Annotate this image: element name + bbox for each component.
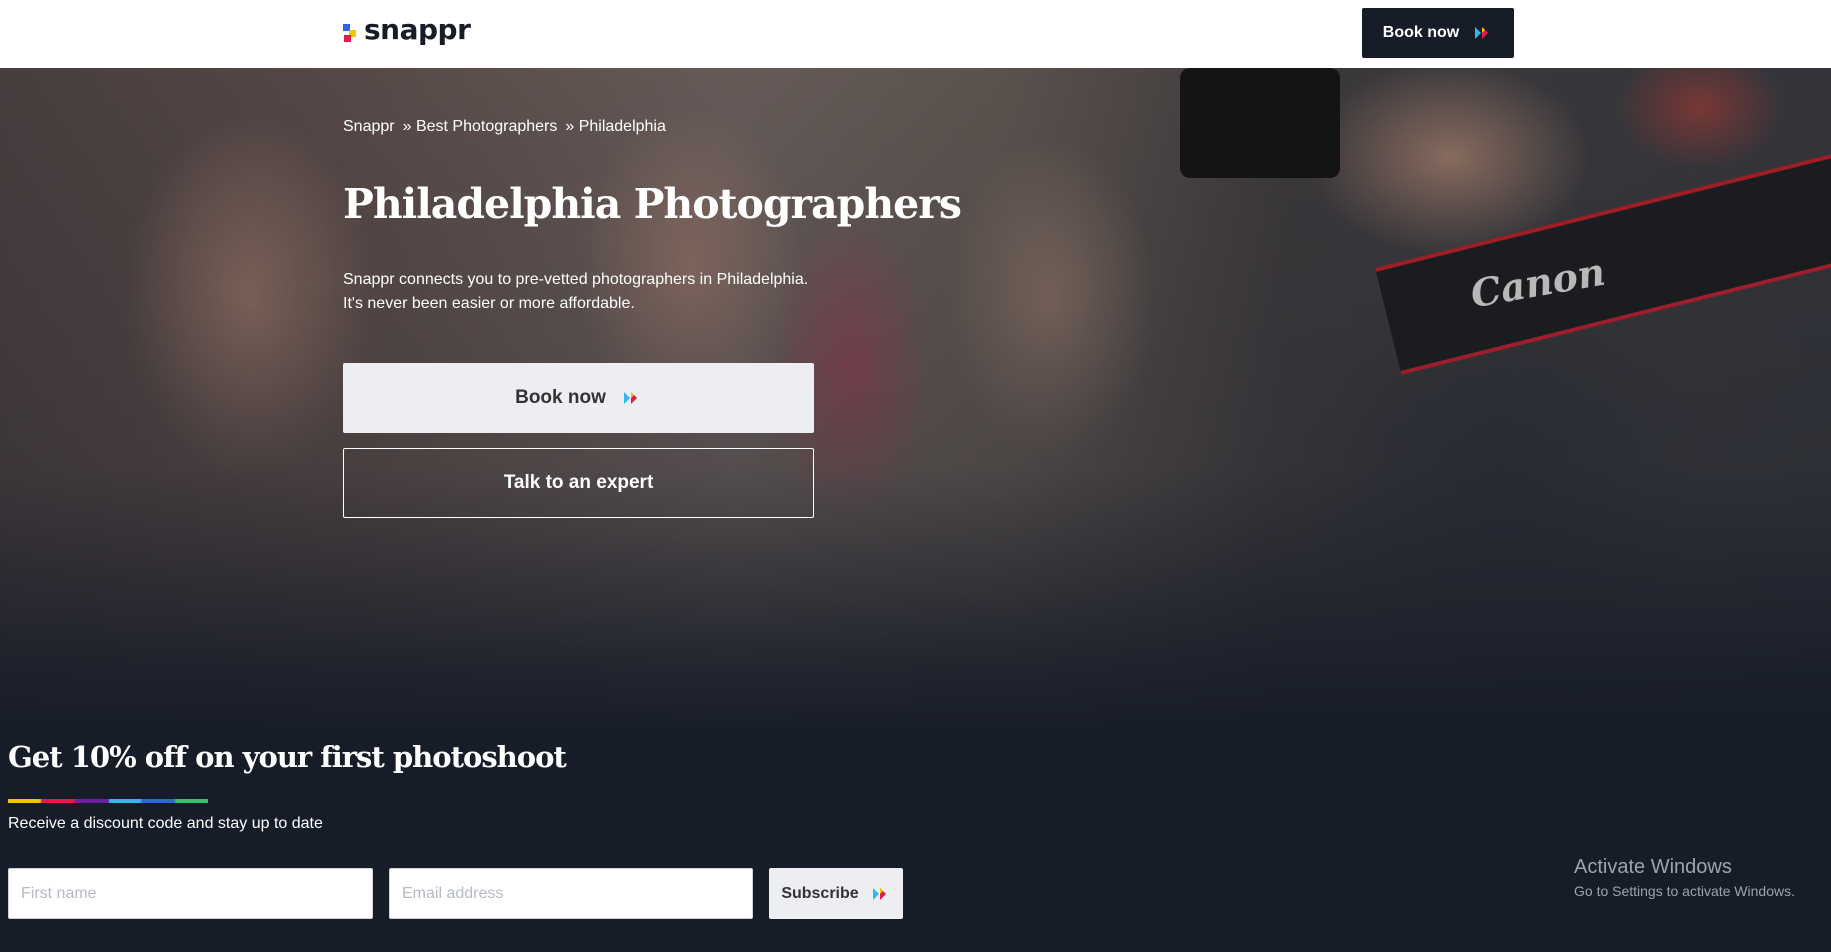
talk-to-expert-label: Talk to an expert	[503, 472, 654, 493]
hero-book-now-button[interactable]: Book now	[343, 363, 814, 433]
snappr-logo[interactable]: snappr	[343, 13, 471, 48]
header-book-now-label: Book now	[1382, 24, 1460, 41]
top-navigation-bar: snappr Book now	[0, 0, 1831, 68]
hero-description-line-2: It's never been easier or more affordabl…	[343, 295, 635, 312]
page-title: Philadelphia Photographers	[343, 180, 962, 228]
hero-description-line-1: Snappr connects you to pre-vetted photog…	[343, 271, 809, 288]
first-name-input[interactable]	[8, 868, 373, 919]
breadcrumb-snappr[interactable]: Snappr	[343, 118, 395, 136]
camera-background-shape	[1180, 68, 1340, 178]
activate-windows-subtitle: Go to Settings to activate Windows.	[1574, 883, 1795, 899]
double-chevron-arrow-icon	[872, 887, 886, 900]
subscribe-button[interactable]: Subscribe	[769, 868, 903, 919]
promo-subtitle: Receive a discount code and stay up to d…	[8, 815, 323, 832]
windows-activation-watermark: Activate Windows Go to Settings to activ…	[1574, 856, 1795, 899]
hero-book-now-label: Book now	[515, 387, 606, 408]
double-chevron-arrow-icon	[1475, 27, 1489, 39]
header-book-now-button[interactable]: Book now	[1362, 8, 1514, 58]
breadcrumb: Snappr » Best Photographers » Philadelph…	[343, 118, 666, 136]
logo-text: snappr	[364, 13, 471, 46]
email-input[interactable]	[389, 868, 753, 919]
breadcrumb-philadelphia[interactable]: » Philadelphia	[565, 118, 666, 136]
promo-title: Get 10% off on your first photoshoot	[8, 740, 567, 774]
breadcrumb-best-photographers[interactable]: » Best Photographers	[403, 118, 558, 136]
talk-to-expert-button[interactable]: Talk to an expert	[343, 448, 814, 518]
subscribe-label: Subscribe	[781, 884, 859, 902]
hero-description: Snappr connects you to pre-vetted photog…	[343, 268, 863, 316]
activate-windows-title: Activate Windows	[1574, 856, 1732, 878]
snappr-logo-icon	[343, 22, 357, 42]
double-chevron-arrow-icon	[623, 392, 637, 404]
rainbow-divider	[8, 799, 208, 803]
